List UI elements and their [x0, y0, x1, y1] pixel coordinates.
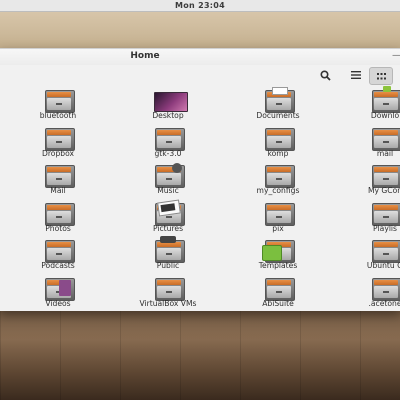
- toolbar: [0, 65, 400, 87]
- file-item[interactable]: Videos: [18, 277, 98, 313]
- file-item-label: Dropbox: [42, 149, 74, 158]
- file-item-label: my_configs: [256, 186, 300, 195]
- file-item-label: Downlo: [370, 111, 400, 120]
- file-item-label: Photos: [45, 224, 71, 233]
- close-icon[interactable]: —: [392, 50, 400, 61]
- file-item[interactable]: VirtualBox VMs: [128, 277, 208, 313]
- file-item[interactable]: Documents: [238, 87, 318, 125]
- file-item[interactable]: bluetooth: [18, 89, 98, 125]
- pictures-icon: [154, 199, 185, 226]
- file-item-label: AbiSuite: [262, 299, 294, 308]
- templates-icon: [262, 239, 295, 263]
- grid-view-icon: [376, 72, 386, 79]
- list-view-icon: [351, 71, 361, 79]
- file-item-label: My GCon: [367, 186, 400, 195]
- music-icon: [154, 163, 185, 188]
- file-item[interactable]: .acetone: [345, 277, 400, 313]
- file-item[interactable]: Pictures: [128, 199, 208, 238]
- file-item[interactable]: Ubuntu O: [345, 239, 400, 275]
- search-button[interactable]: [314, 67, 336, 83]
- file-item-label: bluetooth: [39, 111, 77, 120]
- file-item[interactable]: Photos: [18, 202, 98, 238]
- file-item-label: Documents: [256, 111, 300, 120]
- file-item-label: Mail: [50, 186, 66, 195]
- desktop-icon: [154, 89, 188, 112]
- folder-icon: [264, 277, 295, 301]
- folder-icon: [371, 202, 400, 226]
- folder-icon: [44, 239, 75, 263]
- file-item-label: mail: [376, 149, 394, 158]
- documents-icon: [264, 87, 295, 113]
- public-icon: [154, 236, 185, 263]
- folder-icon: [44, 127, 75, 151]
- desktop-wallpaper-top: [0, 11, 400, 51]
- folder-icon: [264, 202, 295, 226]
- folder-icon: [44, 164, 75, 188]
- videos-icon: [44, 277, 75, 301]
- file-item-label: Desktop: [152, 111, 184, 120]
- file-item[interactable]: Public: [128, 236, 208, 275]
- list-view-button[interactable]: [345, 67, 367, 83]
- file-item-label: pix: [272, 224, 284, 233]
- folder-icon: [44, 89, 75, 113]
- file-item-label: komp: [267, 149, 289, 158]
- file-manager-window: Home — bluetooth Desktop Documents Downlo Dr…: [0, 48, 400, 311]
- file-item[interactable]: AbiSuite: [238, 277, 318, 313]
- folder-icon: [264, 127, 295, 151]
- folder-icon: [154, 277, 185, 301]
- file-item[interactable]: mail: [345, 127, 400, 163]
- file-item[interactable]: gtk-3.0: [128, 127, 208, 163]
- file-item[interactable]: my_configs: [238, 164, 318, 200]
- file-item[interactable]: Playlis: [345, 202, 400, 238]
- file-item[interactable]: Desktop: [128, 89, 208, 125]
- file-item[interactable]: Mail: [18, 164, 98, 200]
- downloads-icon: [371, 86, 400, 113]
- file-item[interactable]: Templates: [238, 239, 318, 275]
- folder-icon: [371, 277, 400, 301]
- file-item[interactable]: Dropbox: [18, 127, 98, 163]
- window-title: Home: [130, 51, 160, 61]
- file-grid: bluetooth Desktop Documents Downlo Dropbox gt…: [0, 86, 400, 313]
- folder-icon: [154, 127, 185, 151]
- window-shadow: [0, 310, 400, 340]
- search-icon: [319, 69, 331, 81]
- folder-icon: [371, 127, 400, 151]
- file-item[interactable]: pix: [238, 202, 318, 238]
- file-item-label: .acetone: [368, 299, 400, 308]
- file-item-label: Videos: [45, 299, 71, 308]
- folder-icon: [264, 164, 295, 188]
- file-item[interactable]: Music: [128, 163, 208, 200]
- file-item-label: Public: [156, 261, 180, 270]
- file-item[interactable]: My GCon: [345, 164, 400, 200]
- file-item[interactable]: komp: [238, 127, 318, 163]
- file-item-label: gtk-3.0: [154, 149, 182, 158]
- file-item-label: Podcasts: [41, 261, 75, 270]
- top-panel: Mon 23:04: [0, 0, 400, 12]
- panel-clock[interactable]: Mon 23:04: [0, 0, 400, 11]
- folder-icon: [371, 239, 400, 263]
- file-item-label: Ubuntu O: [366, 261, 400, 270]
- window-titlebar[interactable]: Home —: [0, 49, 400, 65]
- file-item[interactable]: Podcasts: [18, 239, 98, 275]
- file-item-label: Pictures: [152, 224, 184, 233]
- file-item-label: Music: [157, 186, 179, 195]
- grid-view-button[interactable]: [369, 67, 393, 85]
- file-item-label: Playlis: [372, 224, 397, 233]
- file-item-label: VirtualBox VMs: [139, 299, 197, 308]
- file-item-label: Templates: [258, 261, 298, 270]
- file-item[interactable]: Downlo: [345, 86, 400, 125]
- folder-icon: [371, 164, 400, 188]
- folder-icon: [44, 202, 75, 226]
